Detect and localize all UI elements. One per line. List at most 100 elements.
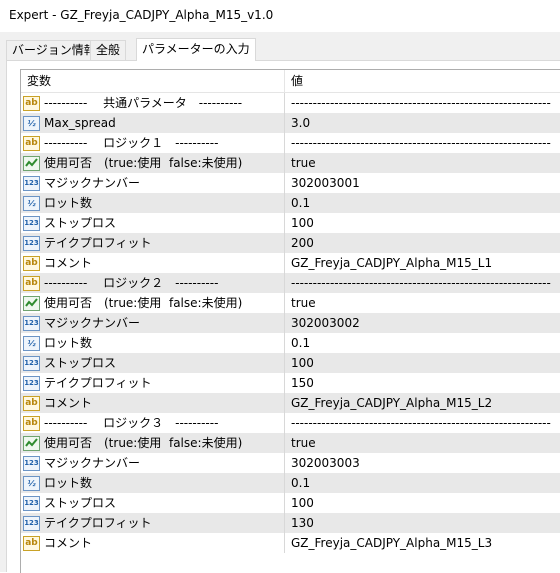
ab-icon: ab: [23, 275, 40, 291]
param-name-cell[interactable]: 123 テイクプロフィット: [21, 233, 285, 253]
tab-parameters[interactable]: パラメーターの入力: [136, 38, 256, 61]
param-row[interactable]: ab コメント GZ_Freyja_CADJPY_Alpha_M15_L1: [21, 253, 560, 273]
param-value-cell[interactable]: 0.1: [285, 193, 560, 213]
parameters-grid: 変数 値 ab ---------- 共通パラメータ ---------- ----…: [20, 69, 560, 573]
param-value-cell[interactable]: 150: [285, 373, 560, 393]
parameters-panel: 変数 値 ab ---------- 共通パラメータ ---------- ----…: [6, 60, 560, 573]
param-name: マジックナンバー: [44, 456, 141, 470]
int-icon: 123: [23, 175, 40, 191]
bool-icon: [23, 435, 40, 451]
int-icon: 123: [23, 355, 40, 371]
int-icon: 123: [23, 315, 40, 331]
window-title: Expert - GZ_Freyja_CADJPY_Alpha_M15_v1.0: [9, 8, 274, 22]
ab-icon: ab: [23, 135, 40, 151]
param-row[interactable]: ab コメント GZ_Freyja_CADJPY_Alpha_M15_L3: [21, 533, 560, 553]
int-icon: 123: [23, 515, 40, 531]
param-name-cell[interactable]: 123 ストップロス: [21, 213, 285, 233]
param-name-cell[interactable]: ½ Max_spread: [21, 113, 285, 133]
param-value-cell[interactable]: ----------------------------------------…: [285, 413, 560, 433]
param-value-cell[interactable]: true: [285, 153, 560, 173]
param-value-cell[interactable]: GZ_Freyja_CADJPY_Alpha_M15_L2: [285, 393, 560, 413]
param-name: ロット数: [44, 196, 93, 210]
param-value-cell[interactable]: 0.1: [285, 333, 560, 353]
param-row[interactable]: ab ---------- ロジック２ ---------- -----------…: [21, 273, 560, 293]
param-name-cell[interactable]: ab ---------- ロジック３ ----------: [21, 413, 285, 433]
param-row[interactable]: ab ---------- ロジック３ ---------- -----------…: [21, 413, 560, 433]
param-row[interactable]: 123 ストップロス 100: [21, 493, 560, 513]
param-value-cell[interactable]: 130: [285, 513, 560, 533]
value-column-header[interactable]: 値: [285, 70, 560, 92]
param-name: 使用可否 (true:使用 false:未使用): [44, 156, 243, 170]
param-name-cell[interactable]: 使用可否 (true:使用 false:未使用): [21, 433, 285, 453]
param-value-cell[interactable]: 100: [285, 213, 560, 233]
grid-rows: ab ---------- 共通パラメータ ---------- ---------…: [21, 93, 560, 553]
param-value-cell[interactable]: 0.1: [285, 473, 560, 493]
param-value-cell[interactable]: 100: [285, 493, 560, 513]
param-row[interactable]: 使用可否 (true:使用 false:未使用) true: [21, 293, 560, 313]
param-name-cell[interactable]: ab ---------- ロジック２ ----------: [21, 273, 285, 293]
param-name-cell[interactable]: 123 ストップロス: [21, 493, 285, 513]
dialog-body: バージョン情報 全般 パラメーターの入力 変数 値 ab ---------- 共…: [0, 32, 560, 573]
param-row[interactable]: ab コメント GZ_Freyja_CADJPY_Alpha_M15_L2: [21, 393, 560, 413]
param-value-cell[interactable]: GZ_Freyja_CADJPY_Alpha_M15_L3: [285, 533, 560, 553]
param-name-cell[interactable]: 123 テイクプロフィット: [21, 513, 285, 533]
param-value-cell[interactable]: true: [285, 433, 560, 453]
param-row[interactable]: ab ---------- ロジック１ ---------- -----------…: [21, 133, 560, 153]
param-name: ロット数: [44, 476, 93, 490]
param-row[interactable]: ½ ロット数 0.1: [21, 193, 560, 213]
param-name-cell[interactable]: 123 ストップロス: [21, 353, 285, 373]
param-row[interactable]: 使用可否 (true:使用 false:未使用) true: [21, 153, 560, 173]
param-name-cell[interactable]: 使用可否 (true:使用 false:未使用): [21, 153, 285, 173]
tab-version-info[interactable]: バージョン情報: [6, 40, 102, 60]
param-name-cell[interactable]: 123 マジックナンバー: [21, 313, 285, 333]
param-value-cell[interactable]: ----------------------------------------…: [285, 273, 560, 293]
param-row[interactable]: 123 ストップロス 100: [21, 353, 560, 373]
param-row[interactable]: ½ ロット数 0.1: [21, 473, 560, 493]
param-name-cell[interactable]: ab ---------- ロジック１ ----------: [21, 133, 285, 153]
param-value-cell[interactable]: 302003002: [285, 313, 560, 333]
param-value-cell[interactable]: ----------------------------------------…: [285, 93, 560, 113]
param-name-cell[interactable]: 使用可否 (true:使用 false:未使用): [21, 293, 285, 313]
tab-general[interactable]: 全般: [90, 40, 127, 60]
param-row[interactable]: ½ ロット数 0.1: [21, 333, 560, 353]
param-name-cell[interactable]: ½ ロット数: [21, 193, 285, 213]
param-name: テイクプロフィット: [44, 236, 152, 250]
param-value-cell[interactable]: 302003003: [285, 453, 560, 473]
param-name: 使用可否 (true:使用 false:未使用): [44, 296, 243, 310]
param-name: ---------- ロジック２ ----------: [44, 276, 219, 290]
ab-icon: ab: [23, 415, 40, 431]
param-name-cell[interactable]: ½ ロット数: [21, 333, 285, 353]
param-name: コメント: [44, 396, 93, 410]
param-name-cell[interactable]: ab コメント: [21, 393, 285, 413]
param-row[interactable]: 123 ストップロス 100: [21, 213, 560, 233]
param-name-cell[interactable]: ab ---------- 共通パラメータ ----------: [21, 93, 285, 113]
param-row[interactable]: 123 テイクプロフィット 130: [21, 513, 560, 533]
param-value-cell[interactable]: 100: [285, 353, 560, 373]
param-row[interactable]: ½ Max_spread 3.0: [21, 113, 560, 133]
param-name-cell[interactable]: ab コメント: [21, 533, 285, 553]
param-row[interactable]: 使用可否 (true:使用 false:未使用) true: [21, 433, 560, 453]
param-name: ---------- ロジック３ ----------: [44, 416, 219, 430]
param-name-cell[interactable]: ab コメント: [21, 253, 285, 273]
param-row[interactable]: 123 マジックナンバー 302003002: [21, 313, 560, 333]
param-value-cell[interactable]: 200: [285, 233, 560, 253]
param-name-cell[interactable]: 123 テイクプロフィット: [21, 373, 285, 393]
param-value-cell[interactable]: GZ_Freyja_CADJPY_Alpha_M15_L1: [285, 253, 560, 273]
param-row[interactable]: 123 マジックナンバー 302003001: [21, 173, 560, 193]
param-value-cell[interactable]: 3.0: [285, 113, 560, 133]
title-bar: Expert - GZ_Freyja_CADJPY_Alpha_M15_v1.0: [0, 0, 560, 32]
param-value-cell[interactable]: ----------------------------------------…: [285, 133, 560, 153]
param-value-cell[interactable]: true: [285, 293, 560, 313]
double-icon: ½: [23, 475, 40, 491]
ab-icon: ab: [23, 255, 40, 271]
param-value-cell[interactable]: 302003001: [285, 173, 560, 193]
param-row[interactable]: ab ---------- 共通パラメータ ---------- ---------…: [21, 93, 560, 113]
param-name-cell[interactable]: 123 マジックナンバー: [21, 173, 285, 193]
param-row[interactable]: 123 マジックナンバー 302003003: [21, 453, 560, 473]
variable-column-header[interactable]: 変数: [21, 70, 285, 92]
param-row[interactable]: 123 テイクプロフィット 150: [21, 373, 560, 393]
param-row[interactable]: 123 テイクプロフィット 200: [21, 233, 560, 253]
param-name-cell[interactable]: ½ ロット数: [21, 473, 285, 493]
param-name-cell[interactable]: 123 マジックナンバー: [21, 453, 285, 473]
int-icon: 123: [23, 455, 40, 471]
